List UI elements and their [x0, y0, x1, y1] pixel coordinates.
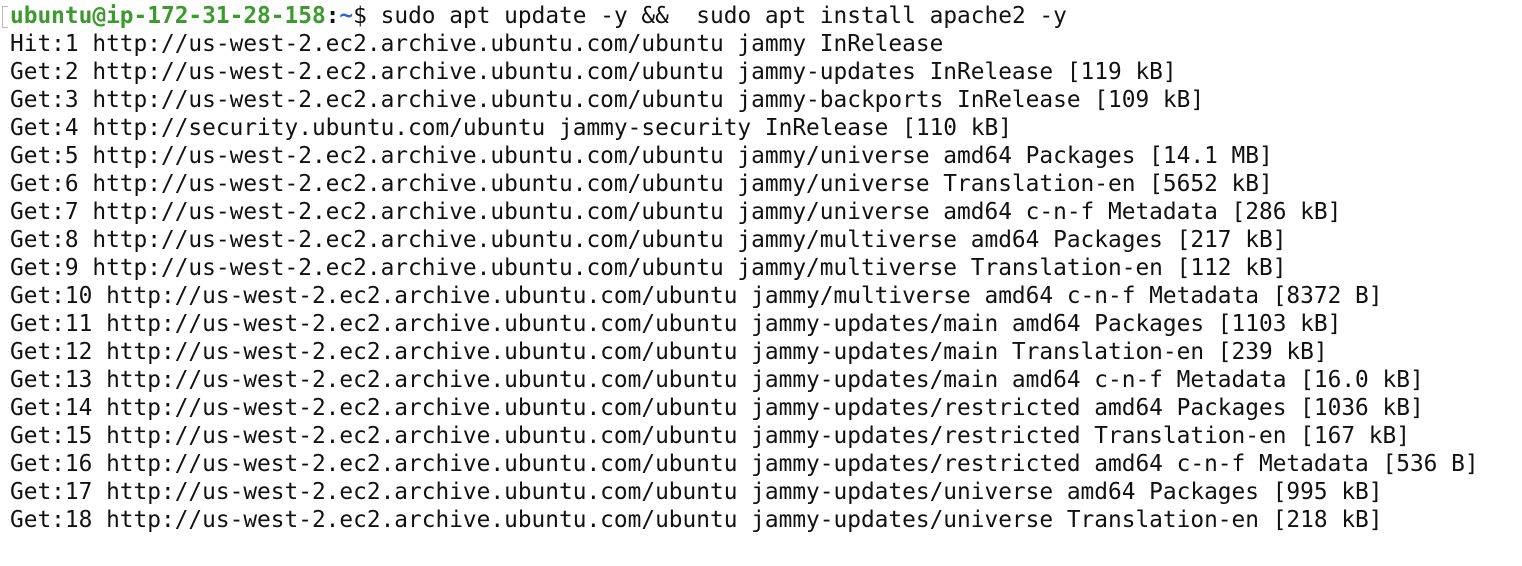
command-text: sudo apt update -y && sudo apt install a…: [366, 3, 1067, 29]
prompt-path: ~: [339, 3, 354, 29]
prompt-line: ubuntu@ip-172-31-28-158:~$ sudo apt upda…: [10, 2, 1479, 30]
output-line: Get:12 http://us-west-2.ec2.archive.ubun…: [10, 339, 1328, 365]
output-line: Get:17 http://us-west-2.ec2.archive.ubun…: [10, 479, 1383, 505]
output-line: Get:3 http://us-west-2.ec2.archive.ubunt…: [10, 87, 1205, 113]
output-line: Get:11 http://us-west-2.ec2.archive.ubun…: [10, 311, 1342, 337]
output-line: Get:10 http://us-west-2.ec2.archive.ubun…: [10, 283, 1383, 309]
selection-bracket: [2, 6, 8, 28]
output-line: Get:6 http://us-west-2.ec2.archive.ubunt…: [10, 171, 1273, 197]
output-line: Get:7 http://us-west-2.ec2.archive.ubunt…: [10, 199, 1342, 225]
output-line: Get:14 http://us-west-2.ec2.archive.ubun…: [10, 395, 1424, 421]
output-line: Hit:1 http://us-west-2.ec2.archive.ubunt…: [10, 31, 944, 57]
output-line: Get:5 http://us-west-2.ec2.archive.ubunt…: [10, 143, 1273, 169]
prompt-user-host: ubuntu@ip-172-31-28-158: [10, 3, 326, 29]
output-line: Get:2 http://us-west-2.ec2.archive.ubunt…: [10, 59, 1177, 85]
prompt-separator: :: [325, 3, 340, 29]
output-line: Get:13 http://us-west-2.ec2.archive.ubun…: [10, 367, 1424, 393]
terminal-window[interactable]: ubuntu@ip-172-31-28-158:~$ sudo apt upda…: [0, 0, 1522, 566]
prompt-symbol: $: [353, 3, 367, 29]
output-line: Get:16 http://us-west-2.ec2.archive.ubun…: [10, 451, 1479, 477]
terminal-output: ubuntu@ip-172-31-28-158:~$ sudo apt upda…: [10, 2, 1479, 534]
output-line: Get:9 http://us-west-2.ec2.archive.ubunt…: [10, 255, 1287, 281]
output-line: Get:18 http://us-west-2.ec2.archive.ubun…: [10, 507, 1383, 533]
output-line: Get:4 http://security.ubuntu.com/ubuntu …: [10, 115, 1012, 141]
output-line: Get:8 http://us-west-2.ec2.archive.ubunt…: [10, 227, 1287, 253]
output-line: Get:15 http://us-west-2.ec2.archive.ubun…: [10, 423, 1410, 449]
